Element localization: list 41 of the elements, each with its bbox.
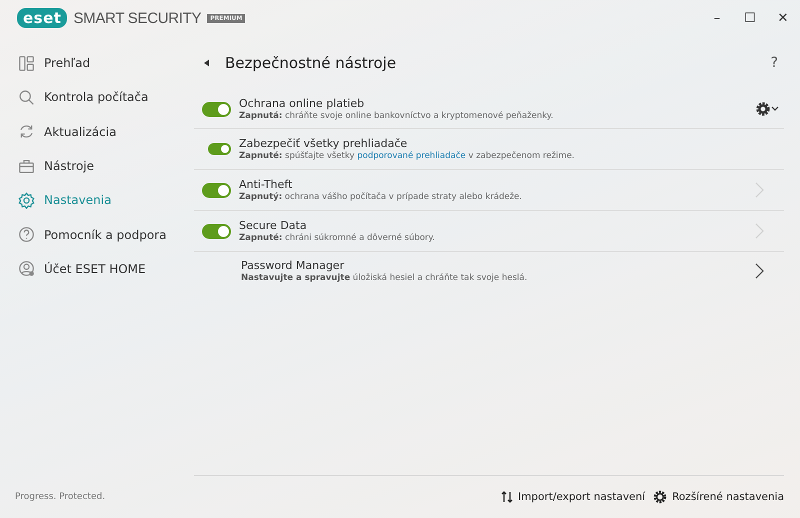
logo: eset bbox=[17, 8, 68, 28]
feature-title[interactable]: Password Manager bbox=[241, 259, 755, 272]
search-icon bbox=[18, 88, 35, 106]
minimize-button[interactable]: – bbox=[701, 3, 733, 33]
product-name: SMART SECURITY bbox=[73, 10, 202, 26]
advanced-settings-button[interactable]: Rozšírené nastavenia bbox=[653, 490, 784, 504]
sidebar-item[interactable]: Kontrola počítača bbox=[0, 80, 194, 115]
help-button[interactable]: ? bbox=[764, 54, 784, 72]
maximize-button[interactable]: ☐ bbox=[734, 3, 766, 33]
toggle-switch[interactable] bbox=[208, 143, 231, 155]
briefcase-icon bbox=[18, 158, 35, 175]
help-icon bbox=[18, 226, 35, 244]
sort-arrows-icon bbox=[500, 490, 513, 504]
settings-dropdown-button[interactable] bbox=[756, 102, 780, 116]
settings-icon bbox=[653, 490, 668, 504]
chevron-right-icon[interactable] bbox=[755, 263, 764, 279]
browsers-link[interactable]: podporované prehliadače bbox=[357, 151, 466, 161]
sidebar-item[interactable]: Nástroje bbox=[0, 148, 194, 184]
tagline: Progress. Protected. bbox=[14, 492, 106, 504]
sidebar-item[interactable]: Pomocník a podpora bbox=[0, 217, 194, 252]
feature-description: Nastavujte a spravujte úložiská hesiel a chráňte tak svoje heslá. bbox=[241, 273, 528, 283]
import-export-button[interactable]: Import/export nastavení bbox=[500, 490, 646, 504]
refresh-icon bbox=[18, 123, 35, 140]
feature-description: Zapnuté: spúšťajte všetky podporované prehliadače v zabezpečenom režime. bbox=[239, 151, 576, 161]
feature-title: Zabezpečiť všetky prehliadače bbox=[239, 137, 408, 150]
back-arrow-icon[interactable] bbox=[204, 59, 209, 67]
settings-icon bbox=[18, 192, 35, 209]
dashboard-icon bbox=[18, 54, 35, 72]
sidebar-item[interactable]: Prehľad bbox=[0, 46, 194, 80]
sidebar-item[interactable]: Aktualizácia bbox=[0, 114, 194, 149]
feature-description: Zapnutý: ochrana vášho počítača v prípade straty alebo krádeže. bbox=[239, 192, 523, 202]
feature-description: Zapnuté: chráni súkromné a dôverné súbory. bbox=[239, 233, 436, 243]
close-button[interactable]: ✕ bbox=[767, 3, 799, 33]
feature-title: Secure Data bbox=[239, 219, 308, 232]
toggle-switch[interactable] bbox=[202, 102, 231, 116]
feature-title: Anti-Theft bbox=[239, 178, 294, 191]
sidebar-item[interactable]: Účet ESET HOME bbox=[0, 252, 194, 286]
feature-description: Zapnutá: chráňte svoje online bankovníctvo a kryptomenové peňaženky. bbox=[239, 111, 554, 121]
feature-title: Ochrana online platieb bbox=[239, 97, 366, 110]
user-icon bbox=[18, 260, 35, 278]
page-title: Bezpečnostné nástroje bbox=[225, 54, 398, 72]
